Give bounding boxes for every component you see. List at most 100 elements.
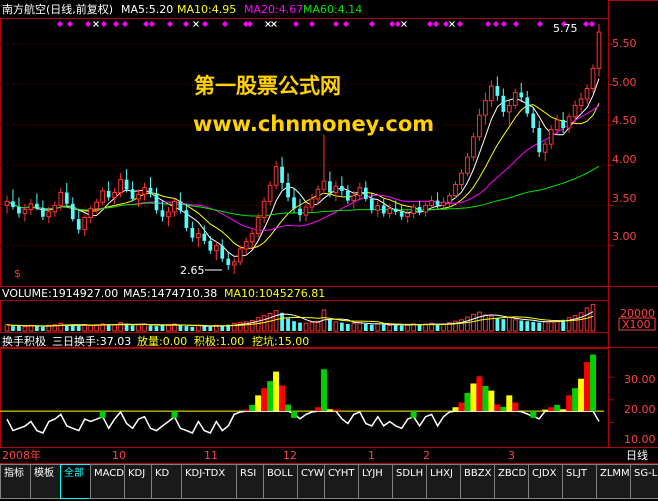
candle-up[interactable] bbox=[112, 192, 117, 198]
volume-bar[interactable] bbox=[381, 324, 386, 331]
volume-bar[interactable] bbox=[292, 321, 296, 331]
volume-bar[interactable] bbox=[88, 324, 94, 332]
indicator-bars[interactable] bbox=[0, 354, 614, 434]
volume-bar[interactable] bbox=[328, 319, 332, 331]
indicator-bar[interactable] bbox=[243, 409, 250, 412]
volume-bar[interactable] bbox=[136, 324, 141, 332]
candle-up[interactable] bbox=[405, 212, 411, 218]
candle-up[interactable] bbox=[447, 195, 452, 203]
candle-down[interactable] bbox=[106, 190, 111, 198]
volume-bar[interactable] bbox=[548, 320, 554, 332]
indicator-bar[interactable] bbox=[566, 395, 573, 412]
candle-down[interactable] bbox=[17, 207, 21, 214]
candle-up[interactable] bbox=[584, 88, 590, 100]
candle-up[interactable] bbox=[375, 204, 381, 211]
volume-bar[interactable] bbox=[255, 317, 261, 332]
volume-bar[interactable] bbox=[220, 326, 225, 331]
volume-bar[interactable] bbox=[578, 312, 584, 332]
indicator-bar[interactable] bbox=[261, 388, 268, 412]
indicator-bar[interactable] bbox=[320, 369, 327, 412]
candle-up[interactable] bbox=[483, 100, 488, 116]
candle-up[interactable] bbox=[578, 98, 584, 106]
volume-bar[interactable] bbox=[572, 315, 578, 332]
candle-up[interactable] bbox=[28, 203, 34, 210]
candle-up[interactable] bbox=[333, 185, 339, 194]
candle-up[interactable] bbox=[118, 179, 123, 194]
indicator-bar[interactable] bbox=[506, 395, 513, 412]
indicator-bar[interactable] bbox=[590, 354, 597, 412]
volume-bar[interactable] bbox=[190, 326, 195, 331]
candle-up[interactable] bbox=[506, 104, 512, 113]
candle-up[interactable] bbox=[249, 233, 255, 243]
indicator-bar[interactable] bbox=[410, 411, 417, 418]
volume-bar[interactable] bbox=[363, 324, 368, 331]
volume-bar[interactable] bbox=[267, 313, 273, 332]
indicator-bar[interactable] bbox=[332, 409, 339, 412]
candle-down[interactable] bbox=[154, 194, 159, 211]
candle-up[interactable] bbox=[357, 187, 363, 197]
candle-down[interactable] bbox=[292, 197, 296, 209]
volume-bar[interactable] bbox=[58, 322, 64, 332]
indicator-bar[interactable] bbox=[99, 411, 106, 418]
volume-bar[interactable] bbox=[166, 324, 171, 332]
indicator-bar[interactable] bbox=[578, 378, 585, 412]
volume-bar[interactable] bbox=[465, 316, 470, 332]
volume-bar[interactable] bbox=[11, 326, 15, 331]
candle-down[interactable] bbox=[340, 186, 344, 191]
volume-bar[interactable] bbox=[387, 324, 393, 332]
volume-bar[interactable] bbox=[4, 324, 10, 332]
candle-up[interactable] bbox=[590, 67, 596, 90]
candle-up[interactable] bbox=[172, 200, 177, 213]
candle-up[interactable] bbox=[453, 183, 458, 197]
indicator-bar[interactable] bbox=[285, 404, 292, 412]
volume-bar[interactable] bbox=[405, 324, 411, 332]
indicator-bar[interactable] bbox=[255, 395, 262, 412]
volume-bar[interactable] bbox=[483, 314, 488, 332]
volume-bar[interactable] bbox=[160, 324, 165, 331]
candlesticks[interactable] bbox=[4, 24, 602, 274]
indicator-bar[interactable] bbox=[171, 411, 178, 418]
volume-bar[interactable] bbox=[351, 322, 357, 332]
candle-down[interactable] bbox=[41, 207, 45, 217]
volume-bar[interactable] bbox=[195, 324, 201, 332]
candle-down[interactable] bbox=[363, 187, 368, 199]
candle-down[interactable] bbox=[70, 203, 75, 220]
candle-up[interactable] bbox=[58, 192, 64, 206]
candle-down[interactable] bbox=[208, 240, 213, 251]
volume-bar[interactable] bbox=[178, 325, 183, 331]
volume-bar[interactable] bbox=[501, 319, 506, 331]
stock-chart[interactable]: 南方航空(日线,前复权) MA5:5.20 MA10:4.95 MA20:4.6… bbox=[0, 0, 658, 501]
candle-down[interactable] bbox=[130, 189, 135, 199]
candle-up[interactable] bbox=[231, 261, 237, 266]
candle-down[interactable] bbox=[537, 128, 542, 153]
candle-up[interactable] bbox=[321, 180, 327, 190]
candle-up[interactable] bbox=[459, 172, 464, 185]
volume-bar[interactable] bbox=[70, 325, 75, 331]
candle-up[interactable] bbox=[489, 85, 494, 102]
candle-down[interactable] bbox=[525, 97, 530, 114]
indicator-bar[interactable] bbox=[482, 385, 489, 412]
volume-bar[interactable] bbox=[17, 325, 21, 331]
volume-bar[interactable] bbox=[345, 324, 350, 331]
volume-bar[interactable] bbox=[148, 325, 153, 331]
volume-bar[interactable] bbox=[35, 326, 39, 331]
candle-up[interactable] bbox=[548, 129, 554, 145]
volume-bar[interactable] bbox=[154, 326, 159, 331]
candle-down[interactable] bbox=[286, 182, 290, 198]
volume-bar[interactable] bbox=[525, 321, 530, 331]
candle-up[interactable] bbox=[243, 241, 249, 250]
candle-down[interactable] bbox=[501, 95, 506, 112]
volume-bar[interactable] bbox=[184, 326, 189, 331]
volume-bar[interactable] bbox=[273, 310, 279, 332]
candle-down[interactable] bbox=[64, 192, 69, 204]
candle-up[interactable] bbox=[303, 206, 309, 216]
candle-down[interactable] bbox=[160, 210, 165, 217]
candle-up[interactable] bbox=[46, 211, 52, 218]
indicator-bar[interactable] bbox=[279, 385, 286, 412]
volume-bar[interactable] bbox=[357, 322, 363, 332]
volume-bar[interactable] bbox=[506, 317, 512, 332]
indicator-bar[interactable] bbox=[273, 371, 280, 412]
candle-up[interactable] bbox=[88, 208, 94, 219]
volume-bar[interactable] bbox=[375, 323, 381, 332]
indicator-bar[interactable] bbox=[488, 390, 495, 412]
